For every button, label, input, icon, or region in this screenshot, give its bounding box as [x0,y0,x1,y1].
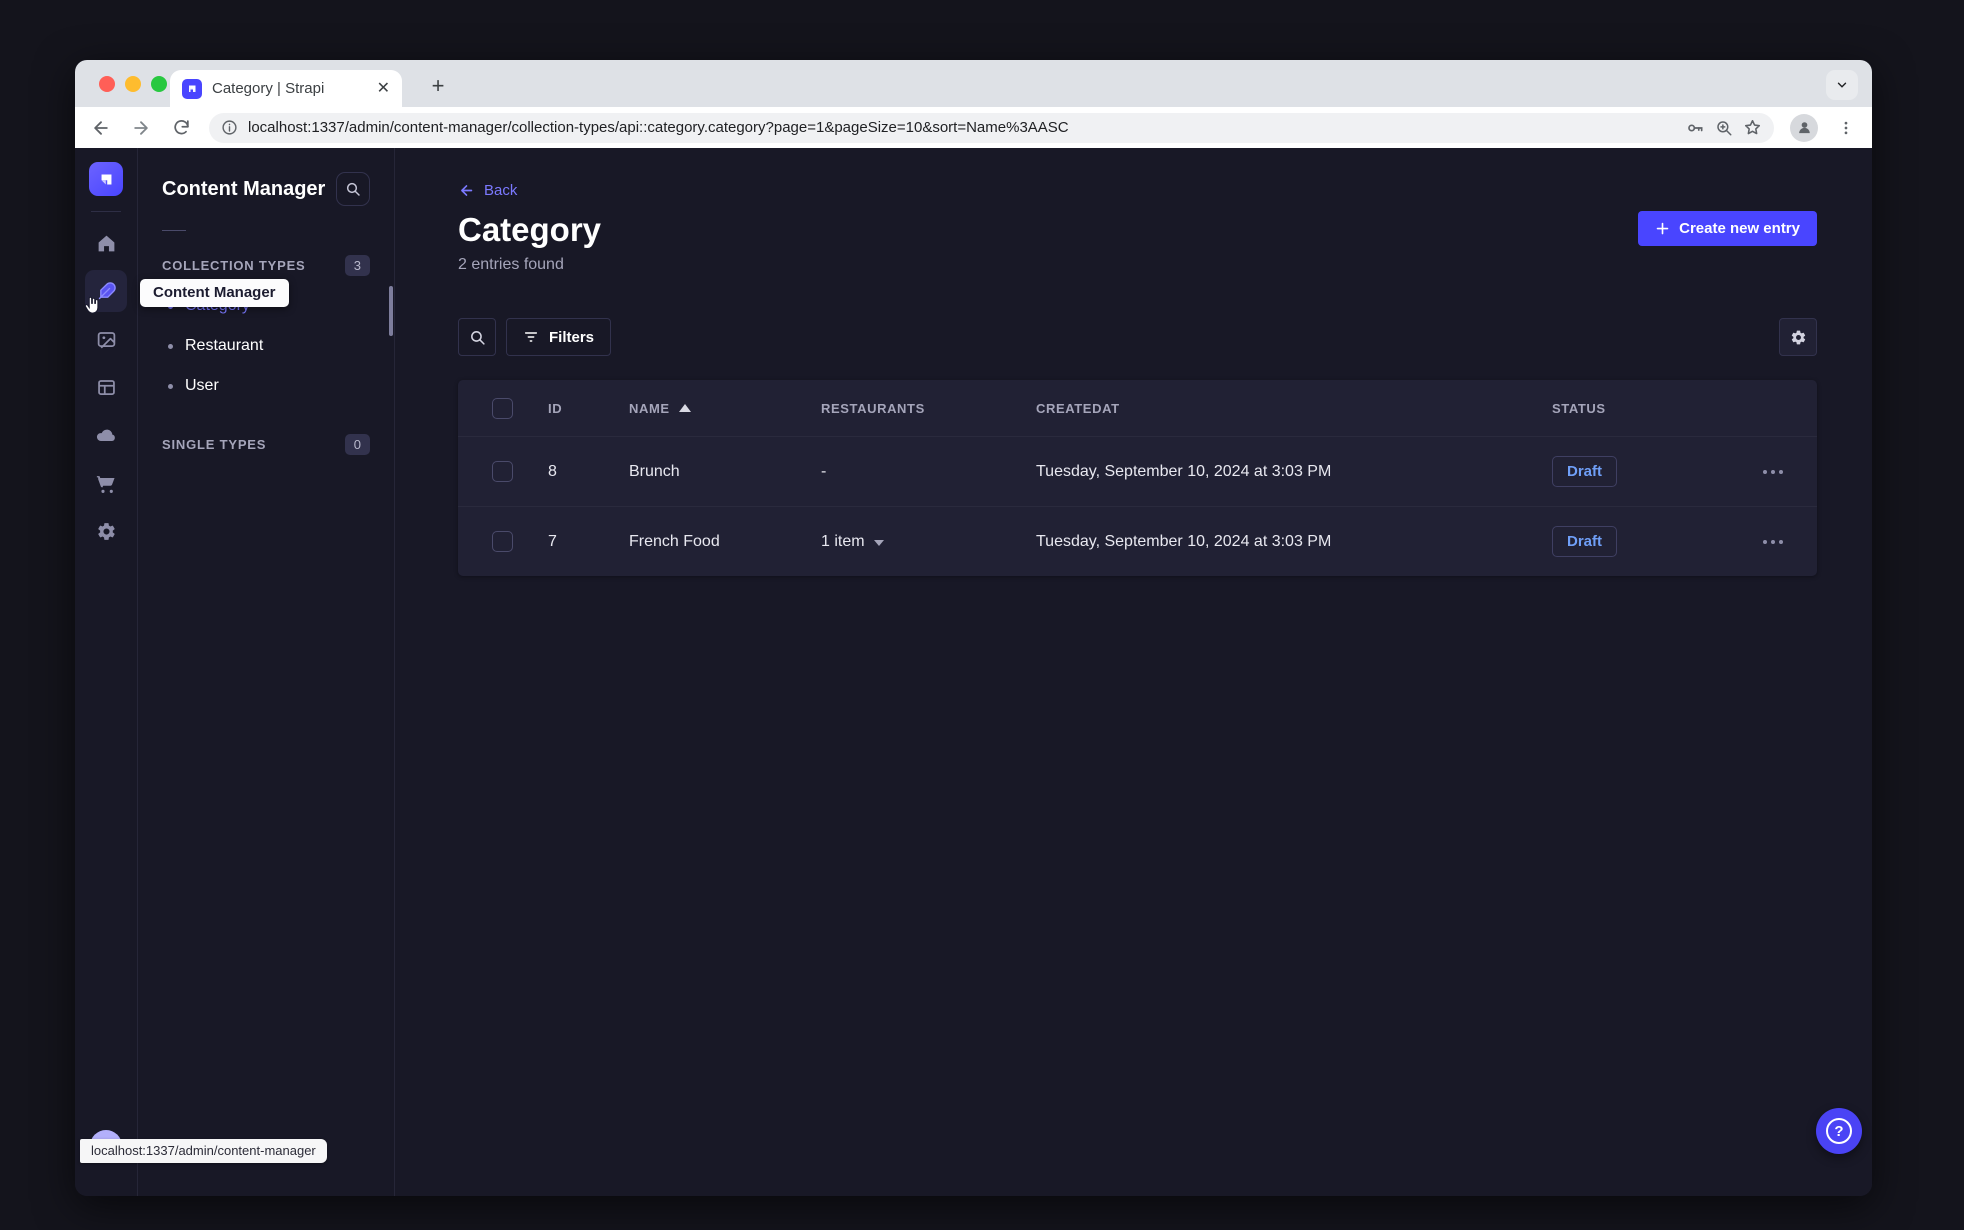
back-arrow-icon [461,185,473,196]
cell-createdat: Tuesday, September 10, 2024 at 3:03 PM [1036,532,1332,550]
subnav-scrollbar[interactable] [389,286,393,336]
sort-ascending-icon [678,404,691,412]
subnav-item-label: User [185,377,219,394]
browser-toolbar: localhost:1337/admin/content-manager/col… [75,107,1872,148]
strapi-logo[interactable] [89,162,123,196]
browser-tab[interactable]: Category | Strapi ✕ [170,70,402,107]
maximize-window-button[interactable] [151,76,167,92]
close-window-button[interactable] [99,76,115,92]
row-checkbox[interactable] [492,531,513,552]
browser-menu-icon[interactable] [1834,116,1858,140]
back-link[interactable]: Back [458,182,517,199]
tab-close-icon[interactable]: ✕ [377,80,390,97]
question-mark-icon: ? [1826,1118,1852,1144]
page-title: Category [458,211,602,248]
tab-title: Category | Strapi [212,80,325,97]
collection-types-label: COLLECTION TYPES [162,258,306,273]
subnav-item-label: Restaurant [185,337,264,354]
table-row[interactable]: 7 French Food 1 item Tuesday, September … [458,506,1817,576]
row-actions-menu[interactable] [1755,539,1791,544]
subnav-item-user[interactable]: User [162,366,370,406]
subnav-search-button[interactable] [336,172,370,206]
single-types-label: SINGLE TYPES [162,437,267,452]
sidebar-item-content-type-builder[interactable] [85,366,127,408]
sidebar-item-marketplace[interactable] [85,462,127,504]
cell-createdat: Tuesday, September 10, 2024 at 3:03 PM [1036,462,1332,480]
subnav-item-restaurant[interactable]: Restaurant [162,326,370,366]
filters-label: Filters [549,328,595,346]
minimize-window-button[interactable] [125,76,141,92]
browser-profile-avatar[interactable] [1790,113,1818,142]
entries-count: 2 entries found [458,256,564,273]
browser-window: Category | Strapi ✕ + localhost:1337/adm… [75,60,1872,1196]
status-badge: Draft [1552,526,1618,557]
main-content: Back Category Create new entry 2 entries… [395,148,1872,1196]
filters-button[interactable]: Filters [506,318,612,356]
url-bar[interactable]: localhost:1337/admin/content-manager/col… [209,112,1774,143]
help-button[interactable]: ? [1816,1108,1862,1154]
bullet-icon [168,343,173,349]
table-search-button[interactable] [458,318,496,356]
sidebar-item-settings[interactable] [85,510,127,552]
rail-divider [91,211,121,212]
row-checkbox[interactable] [492,461,513,482]
content-manager-tooltip: Content Manager [140,279,289,307]
header-name[interactable]: NAME [629,401,821,416]
bullet-icon [168,383,173,389]
traffic-lights [99,76,167,92]
single-types-count-badge: 0 [344,434,370,455]
bookmark-star-icon[interactable] [1743,118,1762,137]
sidebar-item-content-manager[interactable] [84,270,127,314]
table-row[interactable]: 8 Brunch - Tuesday, September 10, 2024 a… [458,436,1817,506]
cell-id: 8 [548,462,557,480]
new-tab-button[interactable]: + [423,71,453,101]
link-target-status-bubble: localhost:1337/admin/content-manager [80,1139,327,1163]
header-restaurants[interactable]: RESTAURANTS [821,401,1036,416]
header-createdat[interactable]: CREATEDAT [1036,401,1552,416]
strapi-favicon-icon [182,78,202,99]
password-key-icon[interactable] [1685,118,1705,138]
page-info-icon[interactable] [221,119,238,136]
filter-icon [524,332,538,342]
cell-restaurants[interactable]: 1 item [821,533,1036,551]
table-header-row: ID NAME RESTAURANTS CREATEDAT STATUS [458,380,1817,436]
entries-table: ID NAME RESTAURANTS CREATEDAT STATUS 8 B… [458,380,1817,576]
hand-cursor-icon [81,294,103,316]
url-text[interactable]: localhost:1337/admin/content-manager/col… [248,119,1675,136]
create-new-entry-label: Create new entry [1679,220,1800,237]
sidebar-item-media-library[interactable] [85,318,127,360]
header-status[interactable]: STATUS [1552,401,1755,416]
subnav-title: Content Manager [162,177,326,200]
content-manager-subnav: Content Manager COLLECTION TYPES 3 Categ… [138,148,395,1196]
row-actions-menu[interactable] [1755,469,1791,474]
expand-chevron-icon [873,539,884,546]
cell-name: French Food [629,532,720,550]
reload-icon[interactable] [169,116,193,140]
collection-types-count-badge: 3 [344,255,370,276]
strapi-app: KD Content Manager COLLECTION TYPES 3 Ca… [75,148,1872,1196]
gear-icon [1791,330,1805,344]
back-nav-icon[interactable] [89,116,113,140]
forward-nav-icon[interactable] [129,116,153,140]
main-nav-rail: KD [75,148,138,1196]
table-settings-button[interactable] [1779,318,1817,356]
sidebar-item-home[interactable] [85,222,127,264]
header-id[interactable]: ID [548,401,629,416]
back-label: Back [484,182,518,199]
cell-restaurants: - [821,462,827,480]
sidebar-item-cloud[interactable] [85,414,127,456]
tab-search-chevron-icon[interactable] [1826,70,1858,100]
browser-tabstrip: Category | Strapi ✕ + [75,60,1872,107]
create-new-entry-button[interactable]: Create new entry [1638,211,1817,246]
status-badge: Draft [1552,456,1618,487]
subnav-divider [162,230,186,231]
select-all-checkbox[interactable] [492,397,513,419]
cell-name: Brunch [629,462,680,480]
zoom-page-icon[interactable] [1715,119,1733,137]
cell-id: 7 [548,532,557,550]
plus-icon [1656,222,1669,235]
